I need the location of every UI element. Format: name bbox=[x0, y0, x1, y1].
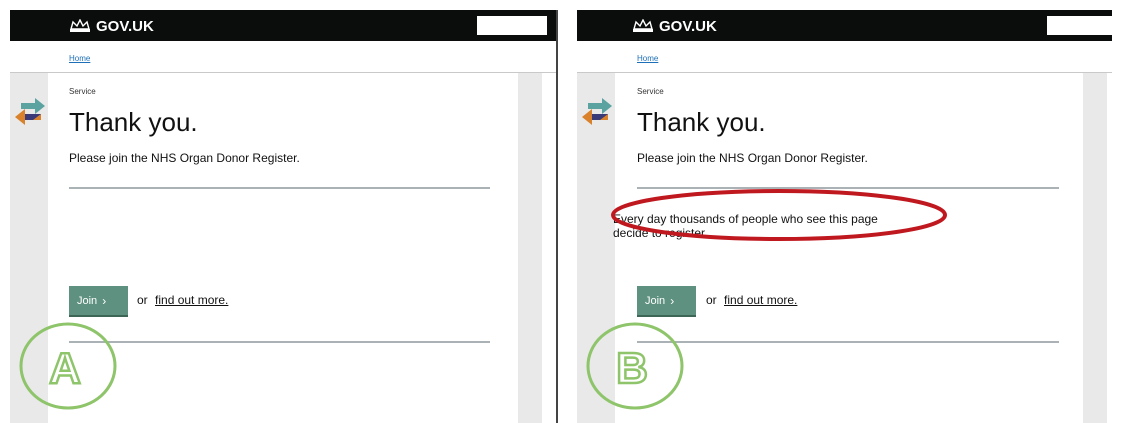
govuk-header: GOV.UK bbox=[10, 10, 556, 41]
service-label: Service bbox=[637, 87, 664, 96]
find-out-more-link[interactable]: find out more. bbox=[155, 293, 228, 307]
swap-arrows-icon bbox=[15, 98, 45, 125]
social-norm-line: decide to register. bbox=[613, 226, 708, 240]
govuk-logo[interactable]: GOV.UK bbox=[69, 15, 154, 37]
breadcrumb-home[interactable]: Home bbox=[69, 54, 90, 63]
join-button-label: Join bbox=[645, 294, 666, 307]
variant-letter: A bbox=[49, 344, 81, 393]
header-divider bbox=[10, 72, 556, 73]
logo-text: GOV.UK bbox=[659, 17, 717, 35]
search-input[interactable] bbox=[477, 16, 547, 35]
header-divider bbox=[577, 72, 1112, 73]
social-norm-line: Every day thousands of people who see th… bbox=[613, 212, 878, 226]
variant-badge: A bbox=[19, 322, 117, 410]
section-divider bbox=[69, 341, 490, 343]
variant-letter: B bbox=[616, 344, 648, 393]
social-norm-message: Every day thousands of people who see th… bbox=[613, 212, 903, 240]
page-title: Thank you. bbox=[637, 107, 766, 137]
find-out-more-link[interactable]: find out more. bbox=[724, 293, 797, 307]
right-rail bbox=[1083, 73, 1107, 423]
alternative-action: or find out more. bbox=[706, 293, 797, 307]
or-label: or bbox=[137, 293, 148, 307]
chevron-right-icon: › bbox=[102, 293, 107, 308]
variant-a-page: GOV.UK Home Service Thank you. Please jo… bbox=[10, 10, 558, 423]
govuk-logo[interactable]: GOV.UK bbox=[632, 15, 717, 37]
breadcrumb-home[interactable]: Home bbox=[637, 54, 658, 63]
join-button[interactable]: Join › bbox=[637, 286, 696, 315]
lede-text: Please join the NHS Organ Donor Register… bbox=[637, 151, 868, 165]
govuk-header: GOV.UK bbox=[577, 10, 1112, 41]
join-button[interactable]: Join › bbox=[69, 286, 128, 315]
search-input[interactable] bbox=[1047, 16, 1112, 35]
section-divider bbox=[637, 187, 1059, 189]
join-button-label: Join bbox=[77, 294, 98, 307]
service-label: Service bbox=[69, 87, 96, 96]
crown-icon bbox=[633, 19, 653, 32]
variant-badge: B bbox=[586, 322, 684, 410]
lede-text: Please join the NHS Organ Donor Register… bbox=[69, 151, 300, 165]
or-label: or bbox=[706, 293, 717, 307]
swap-arrows-icon bbox=[582, 98, 612, 125]
chevron-right-icon: › bbox=[670, 293, 675, 308]
page-title: Thank you. bbox=[69, 107, 198, 137]
alternative-action: or find out more. bbox=[137, 293, 228, 307]
crown-icon bbox=[70, 19, 90, 32]
variant-b-page: GOV.UK Home Service Thank you. Please jo… bbox=[577, 10, 1112, 423]
section-divider bbox=[69, 187, 490, 189]
logo-text: GOV.UK bbox=[96, 17, 154, 35]
right-rail bbox=[518, 73, 542, 423]
section-divider bbox=[637, 341, 1059, 343]
